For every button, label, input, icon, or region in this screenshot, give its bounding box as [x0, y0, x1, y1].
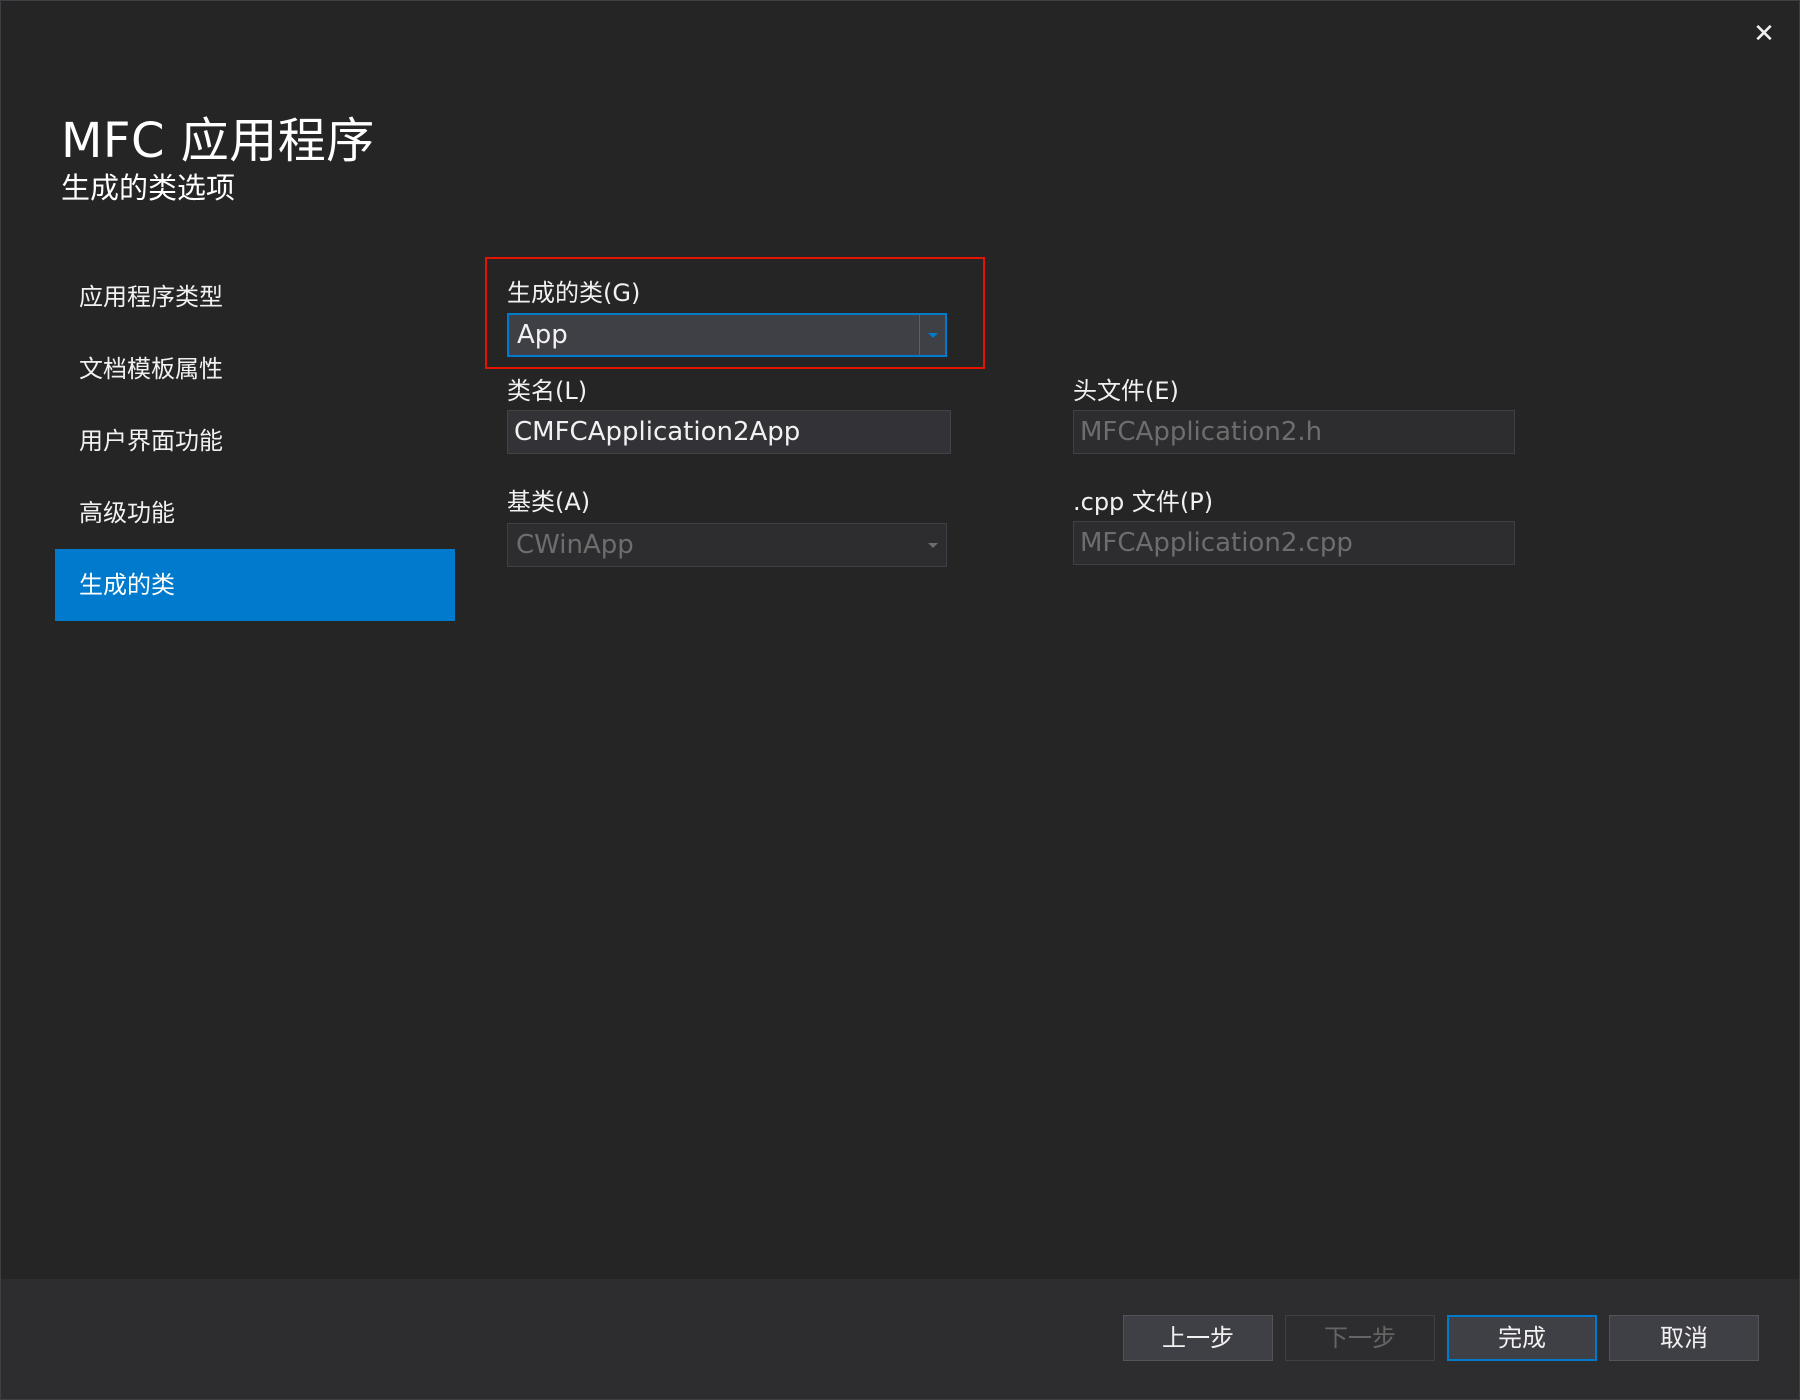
finish-button[interactable]: 完成: [1447, 1315, 1597, 1361]
wizard-window: ✕ MFC 应用程序 生成的类选项 应用程序类型 文档模板属性 用户界面功能 高…: [0, 0, 1800, 1400]
cpp-file-input: MFCApplication2.cpp: [1073, 521, 1515, 565]
header-file-input: MFCApplication2.h: [1073, 410, 1515, 454]
dropdown-arrow[interactable]: [919, 315, 945, 355]
sidebar-item-label: 高级功能: [79, 499, 175, 527]
page-subtitle: 生成的类选项: [61, 171, 236, 205]
back-button[interactable]: 上一步: [1123, 1315, 1273, 1361]
class-name-value: CMFCApplication2App: [514, 417, 801, 447]
next-button: 下一步: [1285, 1315, 1435, 1361]
generated-class-label: 生成的类(G): [507, 279, 641, 307]
dropdown-arrow: [920, 524, 946, 566]
sidebar-item-generated-classes[interactable]: 生成的类: [55, 549, 455, 621]
sidebar-item-document-template[interactable]: 文档模板属性: [55, 333, 455, 405]
sidebar-item-label: 生成的类: [79, 571, 175, 599]
close-button[interactable]: ✕: [1751, 21, 1777, 47]
footer-bar: 上一步 下一步 完成 取消: [1, 1279, 1799, 1399]
header-file-label: 头文件(E): [1073, 377, 1179, 405]
cpp-file-value: MFCApplication2.cpp: [1080, 528, 1353, 558]
sidebar-item-application-type[interactable]: 应用程序类型: [55, 261, 455, 333]
base-class-value: CWinApp: [516, 530, 634, 560]
sidebar-item-label: 应用程序类型: [79, 283, 223, 311]
generated-class-value: App: [517, 320, 568, 350]
sidebar-item-label: 用户界面功能: [79, 427, 223, 455]
cancel-button[interactable]: 取消: [1609, 1315, 1759, 1361]
base-class-label: 基类(A): [507, 488, 591, 516]
generated-class-dropdown[interactable]: App: [507, 313, 947, 357]
sidebar-item-advanced-features[interactable]: 高级功能: [55, 477, 455, 549]
sidebar-item-label: 文档模板属性: [79, 355, 223, 383]
chevron-down-icon: [927, 332, 938, 338]
chevron-down-icon: [928, 542, 938, 548]
cpp-file-label: .cpp 文件(P): [1073, 488, 1214, 516]
class-name-label: 类名(L): [507, 377, 588, 405]
sidebar-item-ui-features[interactable]: 用户界面功能: [55, 405, 455, 477]
page-title: MFC 应用程序: [61, 113, 375, 169]
base-class-dropdown: CWinApp: [507, 523, 947, 567]
header-file-value: MFCApplication2.h: [1080, 417, 1323, 447]
sidebar-nav: 应用程序类型 文档模板属性 用户界面功能 高级功能 生成的类: [55, 261, 455, 621]
close-icon[interactable]: ✕: [1753, 19, 1775, 49]
class-name-input[interactable]: CMFCApplication2App: [507, 410, 951, 454]
